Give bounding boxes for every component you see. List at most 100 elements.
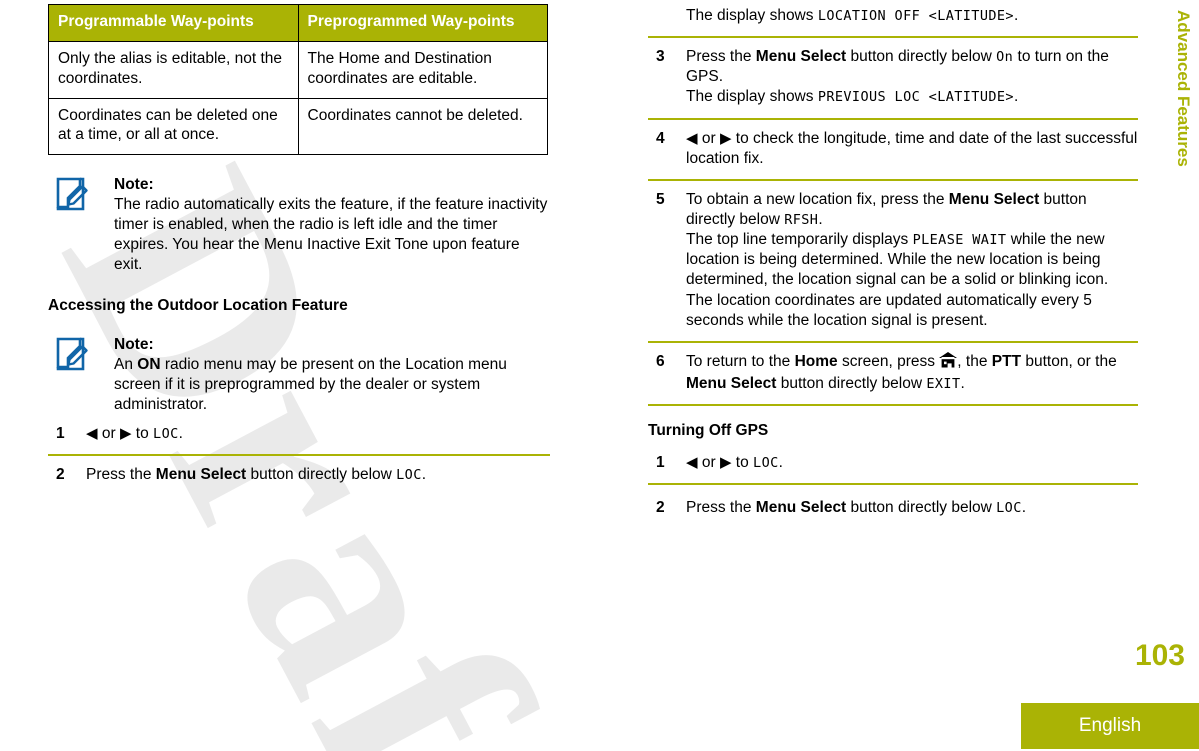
step-text: Press the Menu Select button directly be…	[86, 465, 550, 485]
step-text-segment: screen, press	[837, 352, 940, 370]
step-text-segment: .	[1021, 499, 1027, 517]
page-number: 103	[1134, 639, 1185, 672]
arrow-left-icon: ◀	[86, 425, 98, 443]
table-header-cell: Preprogrammed Way-points	[298, 4, 548, 42]
step-text-segment: , the	[957, 352, 992, 370]
step-text-segment: Press the	[686, 48, 756, 66]
continuation-text: The display shows LOCATION OFF <LATITUDE…	[648, 0, 1138, 39]
step-result-text: The top line temporarily displays PLEASE…	[686, 230, 1138, 331]
right-column: The display shows LOCATION OFF <LATITUDE…	[648, 0, 1138, 528]
display-text: LOCATION OFF <LATITUDE>	[817, 8, 1014, 24]
arrow-right-icon: ▶	[719, 454, 732, 472]
table-cell: Coordinates cannot be deleted.	[298, 98, 548, 155]
button-name: PTT	[991, 352, 1022, 370]
display-text: LOC	[753, 455, 779, 472]
display-text: LOC	[396, 467, 422, 484]
step-number: 1	[656, 454, 665, 472]
display-text: RFSH	[784, 211, 819, 228]
step-text-segment: button directly below	[846, 48, 997, 66]
step-text-segment: Press the	[86, 466, 156, 484]
step-text-segment: To return to the	[686, 352, 795, 370]
footer-language-label: English	[1078, 715, 1142, 736]
note-title: Note:	[114, 176, 154, 194]
step-number: 2	[656, 499, 665, 517]
button-name: Menu Select	[755, 499, 847, 517]
step-number: 2	[56, 466, 65, 484]
arrow-right-icon: ▶	[119, 425, 132, 443]
step-text: To obtain a new location fix, press the …	[686, 190, 1138, 230]
step-text: ◀ or ▶ to check the longitude, time and …	[686, 129, 1138, 169]
step-item: 1 ◀ or ▶ to LOC.	[648, 440, 1138, 486]
screen-name: Home	[794, 352, 838, 370]
step-text-segment: button directly below	[846, 499, 997, 517]
step-text-segment: button directly below	[776, 374, 927, 392]
button-name: Menu Select	[155, 466, 247, 484]
display-text: EXIT	[926, 375, 961, 392]
note-title: Note:	[114, 336, 154, 354]
button-name: Menu Select	[686, 374, 777, 392]
step-item: 6 To return to the Home screen, press , …	[648, 343, 1138, 407]
footer-language-bar: English	[1021, 703, 1199, 749]
heading-turning-off-gps: Turning Off GPS	[648, 422, 769, 440]
arrow-left-icon: ◀	[686, 129, 698, 147]
note-body: The radio automatically exits the featur…	[114, 195, 548, 274]
table-header-cell: Programmable Way-points	[48, 4, 299, 42]
left-steps-list: 1 ◀ or ▶ to LOC. 2 Press the Menu Select…	[48, 415, 550, 495]
step-item: 2 Press the Menu Select button directly …	[648, 485, 1138, 528]
step-text-segment: To obtain a new location fix, press the	[686, 190, 949, 208]
note-body-emphasis: ON	[137, 355, 161, 373]
left-column: Programmable Way-points Preprogrammed Wa…	[48, 0, 550, 496]
note-body-text: An	[114, 355, 138, 373]
button-name: Menu Select	[755, 48, 847, 66]
step-text-segment: to	[731, 454, 754, 472]
step-number: 5	[656, 190, 665, 208]
home-icon	[939, 351, 958, 372]
table-cell: Only the alias is editable, not the coor…	[48, 41, 299, 99]
table-row: Coordinates can be deleted one at a time…	[48, 98, 548, 155]
step-text-segment: button directly below	[246, 466, 397, 484]
table-cell: The Home and Destination coordinates are…	[298, 41, 548, 99]
step-item: 5 To obtain a new location fix, press th…	[648, 181, 1138, 343]
step-text-segment: .	[178, 425, 183, 443]
display-text: On	[996, 49, 1014, 66]
table-header-row: Programmable Way-points Preprogrammed Wa…	[48, 4, 548, 42]
chapter-side-tab: Advanced Features	[1167, 10, 1197, 250]
step-number: 6	[656, 352, 665, 370]
step-item: 2 Press the Menu Select button directly …	[48, 456, 550, 495]
right-steps-list: 3 Press the Menu Select button directly …	[648, 38, 1138, 407]
display-text: PLEASE WAIT	[912, 232, 1007, 249]
step-text-segment: .	[1013, 88, 1019, 106]
step-text-segment: The top line temporarily displays	[686, 231, 913, 249]
table-row: Only the alias is editable, not the coor…	[48, 41, 548, 99]
step-text-segment: to	[131, 425, 154, 443]
step-text: ◀ or ▶ to LOC.	[686, 453, 1138, 473]
step-text: To return to the Home screen, press , th…	[686, 351, 1138, 394]
step-text-segment: or	[697, 129, 720, 147]
step-text-segment: or	[97, 425, 120, 443]
step-text-segment: or	[697, 454, 720, 472]
arrow-right-icon: ▶	[719, 129, 732, 147]
note-body: An ON radio menu may be present on the L…	[114, 355, 550, 415]
table-cell: Coordinates can be deleted one at a time…	[48, 98, 299, 155]
display-text: PREVIOUS LOC <LATITUDE>	[817, 89, 1014, 106]
step-text: The display shows LOCATION OFF <LATITUDE…	[686, 6, 1138, 26]
arrow-left-icon: ◀	[686, 454, 698, 472]
step-text-segment: .	[818, 210, 823, 228]
step-text-segment: .	[1013, 7, 1019, 24]
step-item: 1 ◀ or ▶ to LOC.	[48, 415, 550, 457]
display-text: LOC	[996, 500, 1022, 517]
chapter-side-tab-label: Advanced Features	[1174, 10, 1193, 167]
button-name: Menu Select	[948, 190, 1040, 208]
waypoints-comparison-table: Programmable Way-points Preprogrammed Wa…	[48, 4, 548, 156]
step-item: 4 ◀ or ▶ to check the longitude, time an…	[648, 120, 1138, 181]
note-block-1: Note: The radio automatically exits the …	[48, 175, 550, 275]
note-icon	[55, 337, 91, 377]
step-text-segment: The display shows	[686, 88, 818, 106]
step-text: Press the Menu Select button directly be…	[686, 498, 1138, 518]
manual-page: Draft Programmable Way-points Preprogram…	[0, 0, 1199, 751]
step-number: 4	[656, 129, 665, 147]
step-text-segment: .	[421, 466, 427, 484]
step-text-segment: Press the	[686, 499, 756, 517]
note-body-text: radio menu may be present on the Locatio…	[114, 355, 507, 414]
step-text-segment: to check the longitude, time and date of…	[686, 129, 1138, 167]
